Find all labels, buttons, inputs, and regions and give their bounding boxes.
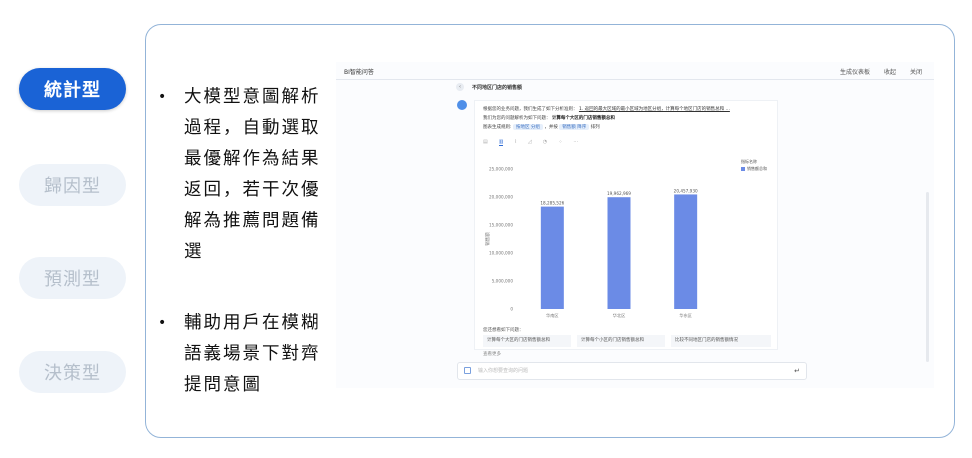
sales-bar-chart: 25,000,000 20,000,000 15,000,000 10,000,000… <box>484 167 698 320</box>
recommendation-item[interactable]: 比较不同地区门店的销售额情况 <box>671 335 771 347</box>
bar-value-label: 18,285,526 <box>540 201 564 206</box>
nav-attribution[interactable]: 歸因型 <box>19 164 126 206</box>
y-tick-label: 15,000,000 <box>489 223 513 228</box>
screenshot-actions: 生成仪表板 收起 关闭 <box>840 67 922 76</box>
y-axis-label: 销售额 <box>484 232 491 246</box>
question-text: 不同地区门店的销售额 <box>472 85 523 91</box>
tab-scatter-icon[interactable]: ⁘ <box>558 139 562 146</box>
chart-type-tabs: ▤ ▥ ⌇ ◿ ◔ ⁘ ⋯ <box>483 139 578 146</box>
slide: 統計型 歸因型 預測型 決策型 大模型意圖解析過程，自動選取最優解作為結果返回，… <box>0 0 972 458</box>
attachment-icon[interactable] <box>464 367 471 374</box>
y-tick-label: 0 <box>510 307 513 312</box>
legend-item: 销售额总和 <box>741 166 767 172</box>
question-input[interactable]: 输入你想要查询的问题 ↵ <box>457 362 807 380</box>
nav-predictive[interactable]: 預測型 <box>19 257 126 299</box>
bullet-list: 大模型意圖解析過程，自動選取最優解作為結果返回，若干次優解為推薦問題備選 輔助用… <box>158 82 338 401</box>
scrollbar[interactable] <box>926 192 929 362</box>
screenshot-titlebar: BI智能问答 生成仪表板 收起 关闭 <box>336 62 934 80</box>
answer-intro-line: 根据您的业务问题，我们生成了如下分析准则： 1. 返回的最大区域的最小区域为地区… <box>483 106 730 112</box>
nav-statistical[interactable]: 統計型 <box>19 68 126 110</box>
input-placeholder: 输入你想要查询的问题 <box>478 368 529 374</box>
tab-line-icon[interactable]: ⌇ <box>514 139 516 146</box>
legend-title: 指标名称 <box>741 159 757 164</box>
tab-table-icon[interactable]: ▤ <box>483 139 488 146</box>
y-tick-label: 5,000,000 <box>492 279 514 284</box>
recommendation-title: 您还想看如下问题： <box>483 328 524 333</box>
collapse-button[interactable]: 收起 <box>884 67 896 76</box>
x-tick-label: 华北区 <box>613 312 626 319</box>
parse-line: 我们为您的问题解析为如下问题： 计算每个大区的门店销售额总和 <box>483 115 615 121</box>
bar <box>674 194 698 309</box>
sort-by-select[interactable]: 销售额 降序 <box>559 124 590 130</box>
bar-value-label: 19,962,969 <box>607 191 631 196</box>
legend-label: 销售额总和 <box>747 166 767 171</box>
bullet-intent-alignment: 輔助用戶在模糊語義場景下對齊提問意圖 <box>158 308 338 401</box>
more-link[interactable]: 查看更多 <box>483 351 501 357</box>
config-mid: ，并按 <box>544 125 558 130</box>
bi-qa-screenshot: BI智能问答 生成仪表板 收起 关闭 ‹ 不同地区门店的销售额 根据您的业务问题… <box>336 62 934 388</box>
answer-intro-link[interactable]: 1. 返回的最大区域的最小区域为地区分组，计算每个地区门店的销售总和 ... <box>579 107 730 112</box>
bullet-intent-parsing: 大模型意圖解析過程，自動選取最優解作為結果返回，若干次優解為推薦問題備選 <box>158 82 338 268</box>
tab-bar-icon[interactable]: ▥ <box>498 139 504 146</box>
y-tick-label: 10,000,000 <box>489 251 513 256</box>
tab-area-icon[interactable]: ◿ <box>528 139 532 146</box>
config-line: 图表生成规则: 按地区 分组 ，并按 销售额 降序 排列 <box>483 124 600 130</box>
back-icon[interactable]: ‹ <box>456 83 464 91</box>
nav-decision[interactable]: 決策型 <box>19 351 126 393</box>
y-tick-label: 20,000,000 <box>489 195 513 200</box>
screenshot-title: BI智能问答 <box>344 69 374 76</box>
recommendation-item[interactable]: 计算每个小区的门店销售额总和 <box>577 335 665 347</box>
send-icon[interactable]: ↵ <box>794 363 800 379</box>
parse-question: 计算每个大区的门店销售额总和 <box>551 116 615 121</box>
bar-value-label: 20,457,930 <box>674 188 698 193</box>
bar <box>540 206 564 309</box>
y-tick-label: 25,000,000 <box>489 167 513 172</box>
tab-more-icon[interactable]: ⋯ <box>573 139 578 146</box>
tab-pie-icon[interactable]: ◔ <box>543 139 547 146</box>
create-dashboard-button[interactable]: 生成仪表板 <box>840 67 870 76</box>
config-suffix: 排列 <box>590 125 600 130</box>
x-tick-label: 华南区 <box>546 312 559 319</box>
legend-swatch <box>741 167 745 171</box>
bar <box>607 197 631 309</box>
answer-card: 根据您的业务问题，我们生成了如下分析准则： 1. 返回的最大区域的最小区域为地区… <box>474 100 778 357</box>
config-prefix: 图表生成规则: <box>483 125 512 130</box>
assistant-avatar <box>457 100 467 110</box>
recommendation-item[interactable]: 计算每个大区的门店销售额总和 <box>483 335 571 347</box>
close-button[interactable]: 关闭 <box>910 67 922 76</box>
x-tick-label: 华东区 <box>679 312 692 319</box>
group-by-select[interactable]: 按地区 分组 <box>512 124 543 130</box>
parse-prefix: 我们为您的问题解析为如下问题： <box>483 116 551 121</box>
answer-intro: 根据您的业务问题，我们生成了如下分析准则： <box>483 107 578 112</box>
